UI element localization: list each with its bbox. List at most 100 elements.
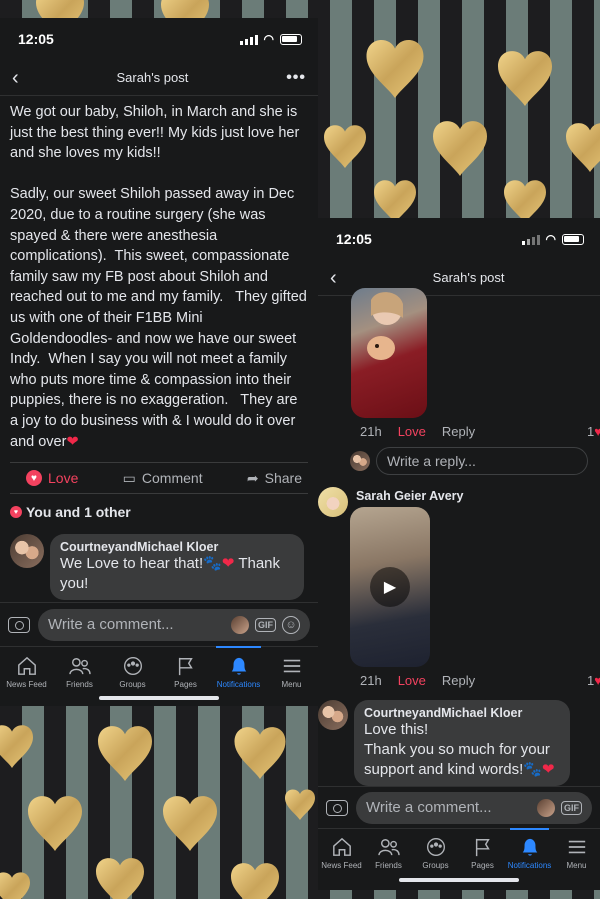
tab-friends[interactable]: Friends [365, 829, 412, 878]
groups-icon [426, 838, 445, 856]
comment-composer: Write a comment... GIF [318, 786, 600, 828]
share-button[interactable]: ➦ Share [247, 470, 302, 487]
bottom-tab-bar: News Feed Friends Groups Pages Notificat… [318, 828, 600, 878]
tab-menu[interactable]: Menu [265, 647, 318, 698]
tab-groups[interactable]: Groups [412, 829, 459, 878]
tab-label: Groups [119, 680, 146, 689]
love-reaction-button[interactable]: Love [398, 673, 426, 688]
commenter-name[interactable]: CourtneyandMichael Kloer [60, 540, 294, 554]
tab-label: Friends [375, 861, 402, 870]
love-reaction-icon: ♥ [594, 424, 600, 439]
comment-time: 21h [360, 673, 382, 688]
page-title: Sarah's post [116, 70, 189, 85]
reply-input[interactable]: Write a reply... [376, 447, 588, 475]
play-icon[interactable]: ▶ [370, 567, 410, 607]
comment-button[interactable]: ▭ Comment [123, 470, 203, 487]
comment-text-part: support and kind words! [364, 761, 524, 778]
menu-icon [283, 659, 300, 673]
home-icon [17, 656, 36, 675]
home-indicator [399, 878, 519, 882]
camera-icon[interactable] [8, 616, 30, 633]
tab-notifications[interactable]: Notifications [506, 828, 553, 878]
status-bar: 12:05 ◠ [0, 18, 318, 60]
gif-icon[interactable]: GIF [255, 617, 276, 632]
love-reaction-icon: ♥ [594, 673, 600, 688]
camera-icon[interactable] [326, 799, 348, 816]
chevron-left-icon[interactable]: ‹ [12, 68, 19, 88]
comment-meta: 21h Love Reply 1♥ [318, 673, 600, 688]
status-time: 12:05 [336, 231, 372, 247]
tab-news-feed[interactable]: News Feed [0, 647, 53, 698]
tab-label: Menu [281, 680, 302, 689]
red-heart-emoji-icon: ❤ [541, 761, 555, 778]
avatar-sticker-icon[interactable] [537, 798, 555, 817]
comment-text-part: We Love to hear that! [60, 555, 204, 573]
tab-pages[interactable]: Pages [459, 829, 506, 878]
avatar [350, 451, 370, 471]
avatar[interactable] [10, 534, 44, 569]
comment-icon: ▭ [122, 469, 136, 486]
comment-time: 21h [360, 424, 382, 439]
tab-label: Friends [66, 680, 93, 689]
post-header: ‹ Sarah's post ••• [0, 60, 318, 96]
love-reaction-button[interactable]: Love [398, 424, 426, 439]
reactions-summary[interactable]: ♥ You and 1 other [0, 494, 318, 530]
reply-placeholder: Write a reply... [387, 453, 476, 469]
wifi-icon: ◠ [545, 232, 556, 246]
signal-icon [521, 234, 540, 245]
gif-icon[interactable]: GIF [561, 800, 582, 815]
comment-input[interactable]: Write a comment... GIF ☺ [38, 608, 310, 641]
comment-line: support and kind words!🐾❤ [364, 760, 560, 780]
tab-label: News Feed [321, 861, 362, 870]
tab-menu[interactable]: Menu [553, 829, 600, 878]
comment-video[interactable]: ▶ [350, 507, 430, 667]
friends-icon [68, 658, 91, 675]
comment-bubble: CourtneyandMichael Kloer Love this! Than… [354, 700, 570, 786]
left-phone-screenshot: 12:05 ◠ ‹ Sarah's post ••• We got our ba… [0, 18, 318, 706]
comment: Sarah Geier Avery ▶ [318, 475, 600, 667]
post-text: We got our baby, Shiloh, in March and sh… [10, 104, 307, 450]
bottom-tab-bar: News Feed Friends Groups Pages Notificat… [0, 646, 318, 698]
signal-icon [239, 34, 258, 45]
reply-button[interactable]: Reply [442, 673, 475, 688]
flag-icon [475, 838, 490, 857]
comment-bubble: CourtneyandMichael Kloer We Love to hear… [50, 534, 304, 601]
tab-pages[interactable]: Pages [159, 647, 212, 698]
comment-meta: 21h Love Reply 1♥ [318, 424, 600, 439]
commenter-name[interactable]: CourtneyandMichael Kloer [364, 706, 560, 720]
tab-label: Menu [566, 861, 587, 870]
more-horizontal-icon[interactable]: ••• [286, 69, 306, 87]
comment-placeholder: Write a comment... [48, 616, 174, 633]
comment-placeholder: Write a comment... [366, 799, 492, 816]
comment-text: We Love to hear that!🐾❤ Thank you! [60, 554, 294, 594]
battery-icon [280, 33, 302, 45]
paw-prints-emoji-icon: 🐾 [203, 555, 222, 573]
bell-icon [522, 838, 537, 856]
reply-composer: Write a reply... [318, 443, 600, 475]
comment-input[interactable]: Write a comment... GIF [356, 791, 592, 824]
avatar-sticker-icon[interactable] [231, 615, 249, 634]
smiley-icon[interactable]: ☺ [282, 615, 300, 634]
share-label: Share [264, 470, 302, 487]
love-button[interactable]: ♥ Love [26, 470, 78, 487]
wifi-icon: ◠ [263, 32, 274, 46]
comment: CourtneyandMichael Kloer We Love to hear… [0, 530, 318, 604]
reaction-count: 1♥ [587, 424, 600, 439]
commenter-name[interactable]: Sarah Geier Avery [356, 489, 463, 503]
tab-notifications[interactable]: Notifications [212, 646, 265, 698]
reply-button[interactable]: Reply [442, 424, 475, 439]
reaction-count: 1♥ [587, 673, 600, 688]
avatar[interactable] [318, 487, 348, 517]
tab-news-feed[interactable]: News Feed [318, 829, 365, 878]
bell-icon [231, 657, 246, 675]
comment-photo[interactable] [351, 288, 427, 418]
menu-icon [568, 840, 585, 854]
avatar[interactable] [318, 700, 348, 730]
love-reaction-icon: ♥ [26, 470, 42, 487]
tab-friends[interactable]: Friends [53, 647, 106, 698]
battery-icon [562, 233, 584, 245]
tab-groups[interactable]: Groups [106, 647, 159, 698]
chevron-left-icon[interactable]: ‹ [330, 268, 337, 288]
photo-girl-with-puppy [367, 292, 403, 360]
friends-icon [377, 839, 400, 856]
